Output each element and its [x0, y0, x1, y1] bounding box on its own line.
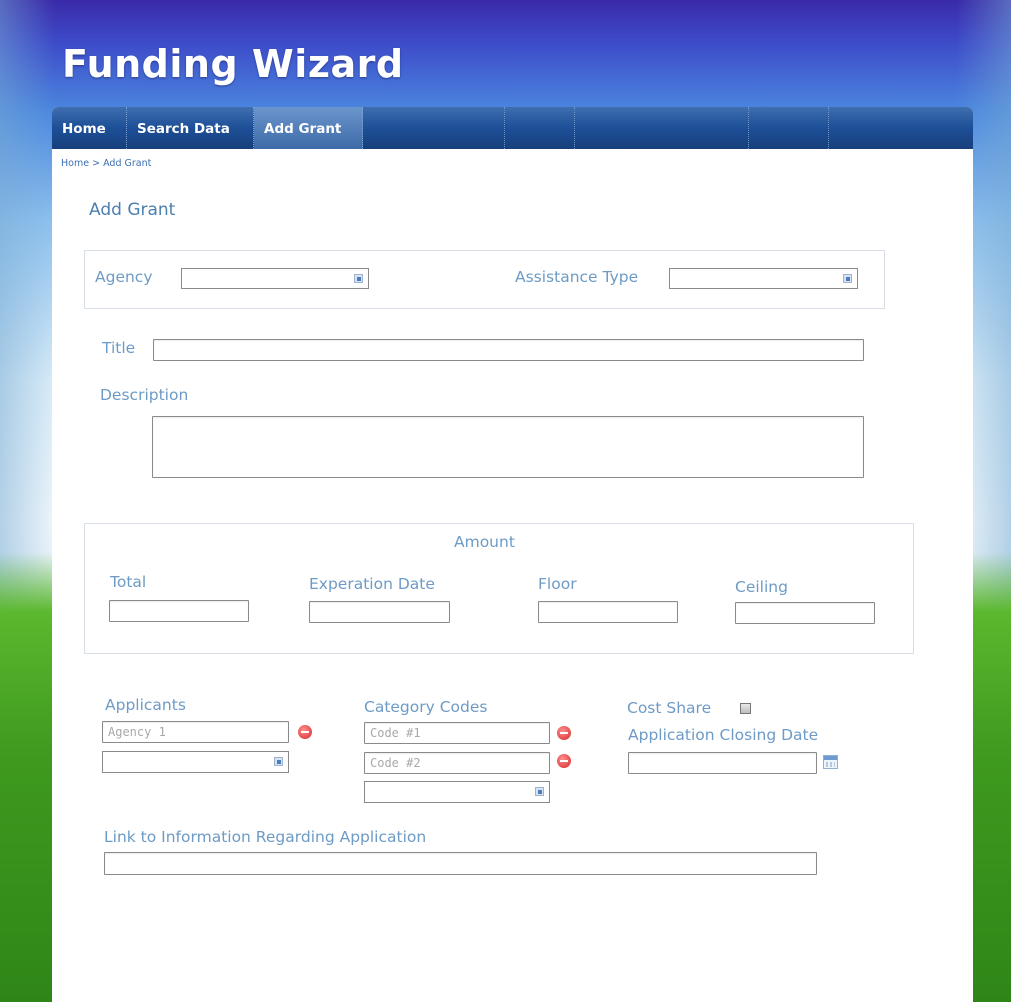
breadcrumb: Home > Add Grant — [61, 158, 151, 169]
floor-label: Floor — [538, 575, 577, 593]
nav-item-search-data[interactable]: Search Data — [127, 107, 254, 149]
nav-item-home[interactable]: Home — [52, 107, 127, 149]
category-code-input-1[interactable] — [364, 722, 550, 744]
cost-share-checkbox[interactable] — [740, 703, 751, 714]
grass-right-decoration — [971, 552, 1011, 1002]
expiration-date-label: Experation Date — [309, 575, 435, 593]
assistance-type-label: Assistance Type — [515, 268, 639, 286]
agency-label: Agency — [95, 268, 153, 286]
category-codes-label: Category Codes — [364, 698, 488, 716]
breadcrumb-current: Add Grant — [103, 158, 152, 169]
description-label: Description — [100, 386, 189, 404]
title-input[interactable] — [153, 339, 864, 361]
dropdown-arrow-icon — [535, 787, 544, 796]
ceiling-label: Ceiling — [735, 578, 788, 596]
applicant-input[interactable] — [102, 721, 289, 743]
dropdown-arrow-icon — [843, 273, 852, 283]
description-textarea[interactable] — [152, 416, 864, 478]
floor-input[interactable] — [538, 601, 678, 623]
nav-item-add-grant[interactable]: Add Grant — [254, 107, 363, 149]
applicant-select[interactable] — [102, 751, 289, 773]
dropdown-arrow-icon — [274, 757, 283, 766]
agency-select[interactable] — [181, 268, 369, 289]
nav-spacer — [749, 107, 829, 149]
nav-spacer — [505, 107, 575, 149]
title-label: Title — [102, 339, 136, 357]
breadcrumb-separator: > — [92, 158, 101, 169]
link-info-label: Link to Information Regarding Applicatio… — [104, 828, 427, 846]
remove-circle-icon[interactable] — [557, 726, 571, 740]
applicants-label: Applicants — [105, 696, 186, 714]
closing-date-input[interactable] — [628, 752, 817, 774]
ceiling-input[interactable] — [735, 602, 875, 624]
total-label: Total — [110, 573, 147, 591]
total-input[interactable] — [109, 600, 249, 622]
main-panel: Home Search Data Add Grant Home > Add Gr… — [52, 107, 973, 1002]
category-code-input-2[interactable] — [364, 752, 550, 774]
breadcrumb-home-link[interactable]: Home — [61, 158, 89, 169]
link-info-input[interactable] — [104, 852, 817, 875]
category-code-select[interactable] — [364, 781, 550, 803]
closing-date-label: Application Closing Date — [628, 726, 819, 744]
nav-spacer — [575, 107, 749, 149]
assistance-type-select[interactable] — [669, 268, 858, 289]
dropdown-arrow-icon — [354, 273, 363, 283]
remove-circle-icon[interactable] — [557, 754, 571, 768]
app-title: Funding Wizard — [62, 42, 404, 86]
cost-share-label: Cost Share — [627, 699, 712, 717]
amount-legend: Amount — [454, 533, 515, 551]
main-navigation: Home Search Data Add Grant — [52, 107, 973, 149]
calendar-icon[interactable] — [823, 755, 838, 769]
page-title: Add Grant — [89, 200, 176, 220]
grass-left-decoration — [0, 552, 60, 1002]
expiration-date-input[interactable] — [309, 601, 450, 623]
remove-circle-icon[interactable] — [298, 725, 312, 739]
nav-spacer — [363, 107, 505, 149]
